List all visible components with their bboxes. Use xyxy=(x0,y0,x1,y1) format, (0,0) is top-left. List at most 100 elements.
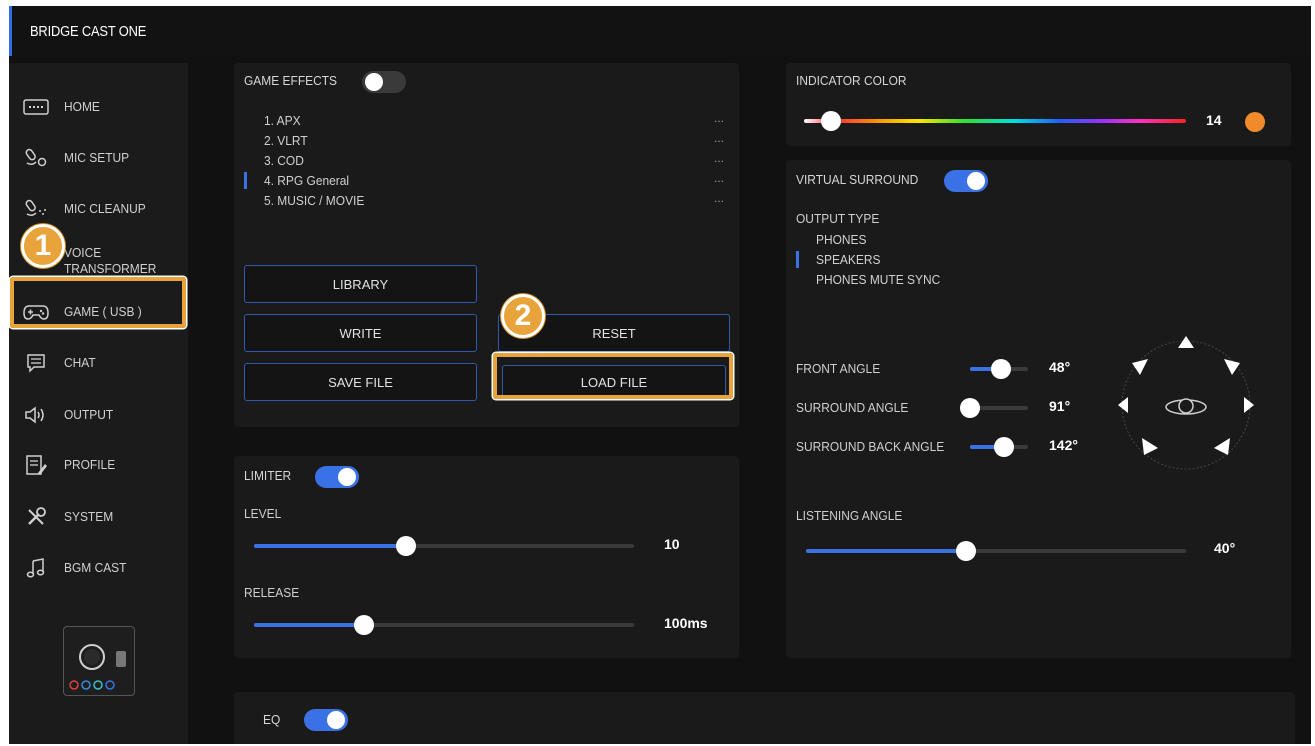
sidebar-item-label: OUTPUT xyxy=(64,407,114,422)
game-effects-toggle[interactable] xyxy=(362,71,406,93)
surround-speaker-diagram xyxy=(1118,336,1254,470)
surround-angle-slider[interactable] xyxy=(960,398,1028,418)
front-angle-label: FRONT ANGLE xyxy=(796,361,881,376)
surround-angle-thumb[interactable] xyxy=(960,398,980,418)
sidebar-item-label: CHAT xyxy=(64,355,96,370)
preset-more-1[interactable]: ... xyxy=(714,111,724,125)
sidebar-item-profile[interactable]: PROFILE xyxy=(9,445,188,485)
preset-more-4[interactable]: ... xyxy=(714,171,724,185)
indicator-color-thumb[interactable] xyxy=(820,111,841,131)
eq-title: EQ xyxy=(263,712,281,727)
home-icon xyxy=(23,96,49,118)
sidebar-item-bgm-cast[interactable]: BGM CAST xyxy=(9,548,188,588)
listening-angle-label: LISTENING ANGLE xyxy=(796,508,903,523)
app-title: BRIDGE CAST ONE xyxy=(30,23,147,40)
preset-item-5[interactable]: 5. MUSIC / MOVIE xyxy=(264,193,364,208)
sidebar-item-output[interactable]: OUTPUT xyxy=(9,395,188,435)
eq-toggle[interactable] xyxy=(304,709,348,731)
speaker-icon xyxy=(23,404,49,426)
surround-back-angle-slider[interactable] xyxy=(970,437,1028,457)
output-type-speakers[interactable]: SPEAKERS xyxy=(816,252,880,267)
sidebar-item-mic-cleanup[interactable]: MIC CLEANUP xyxy=(9,189,188,229)
save-file-button[interactable]: SAVE FILE xyxy=(244,363,477,401)
preset-item-2[interactable]: 2. VLRT xyxy=(264,133,308,148)
eq-panel: EQ xyxy=(234,692,1295,744)
front-angle-value: 48° xyxy=(1049,359,1071,375)
preset-more-2[interactable]: ... xyxy=(714,131,724,145)
callout-badge-2: 2 xyxy=(501,294,545,338)
surround-back-angle-value: 142° xyxy=(1049,437,1078,453)
level-slider-thumb[interactable] xyxy=(396,536,416,556)
sidebar-item-label: HOME xyxy=(64,99,100,114)
sidebar-item-label: BGM CAST xyxy=(64,560,127,575)
callout-highlight-load-file xyxy=(493,353,733,399)
wrench-icon xyxy=(23,506,49,528)
output-type-label: OUTPUT TYPE xyxy=(796,211,880,226)
sidebar-item-chat[interactable]: CHAT xyxy=(9,343,188,383)
limiter-panel: LIMITER LEVEL 10 RELEASE 100ms xyxy=(234,456,739,658)
surround-left-speaker-icon xyxy=(1118,397,1128,413)
listening-angle-slider[interactable] xyxy=(806,541,1186,561)
indicator-color-track[interactable] xyxy=(804,111,1186,131)
sidebar-item-mic-setup[interactable]: MIC SETUP xyxy=(9,138,188,178)
preset-item-4[interactable]: 4. RPG General xyxy=(264,173,349,188)
preset-more-5[interactable]: ... xyxy=(714,191,724,205)
listening-angle-thumb[interactable] xyxy=(955,541,976,561)
release-slider[interactable] xyxy=(254,615,634,635)
release-slider-thumb[interactable] xyxy=(354,615,375,635)
sidebar-item-label: MIC SETUP xyxy=(64,150,130,165)
sidebar-item-label: PROFILE xyxy=(64,457,116,472)
title-bar: BRIDGE CAST ONE xyxy=(9,6,1311,56)
callout-highlight-game xyxy=(10,277,186,328)
indicator-color-panel: INDICATOR COLOR 14 xyxy=(786,63,1291,146)
surround-back-angle-thumb[interactable] xyxy=(993,437,1014,457)
chat-icon xyxy=(23,352,49,374)
surround-back-angle-label: SURROUND BACK ANGLE xyxy=(796,439,945,454)
virtual-surround-toggle[interactable] xyxy=(944,170,988,192)
indicator-color-title: INDICATOR COLOR xyxy=(796,73,907,88)
release-value: 100ms xyxy=(664,615,708,631)
preset-item-1[interactable]: 1. APX xyxy=(264,113,301,128)
music-note-icon xyxy=(23,557,49,579)
virtual-surround-panel: VIRTUAL SURROUND OUTPUT TYPE PHONES SPEA… xyxy=(786,160,1291,658)
output-type-phones[interactable]: PHONES xyxy=(816,232,867,247)
limiter-title: LIMITER xyxy=(244,468,292,483)
limiter-toggle[interactable] xyxy=(315,466,359,488)
game-effects-title: GAME EFFECTS xyxy=(244,73,338,88)
level-label: LEVEL xyxy=(244,506,282,521)
release-label: RELEASE xyxy=(244,585,300,600)
app-window: BRIDGE CAST ONE HOME MIC SETUP MIC CLEAN… xyxy=(9,6,1311,744)
mic-setup-icon xyxy=(23,147,49,169)
indicator-color-value: 14 xyxy=(1206,112,1222,128)
output-type-phones-mute-sync[interactable]: PHONES MUTE SYNC xyxy=(816,272,940,287)
mic-cleanup-icon xyxy=(23,198,49,220)
selected-output-marker xyxy=(796,251,799,268)
surround-angle-value: 91° xyxy=(1049,398,1071,414)
library-button[interactable]: LIBRARY xyxy=(244,265,477,303)
front-angle-slider[interactable] xyxy=(970,359,1028,379)
sidebar-item-label: SYSTEM xyxy=(64,509,114,524)
sidebar-item-home[interactable]: HOME xyxy=(9,87,188,127)
selected-preset-marker xyxy=(244,172,247,189)
sidebar-item-label: VOICE TRANSFORMER xyxy=(64,245,157,276)
callout-badge-1: 1 xyxy=(21,224,65,268)
sidebar: HOME MIC SETUP MIC CLEANUP VOICE TRANSFO… xyxy=(9,63,188,744)
level-value: 10 xyxy=(664,536,680,552)
profile-icon xyxy=(23,454,49,476)
surround-back-left-speaker-icon xyxy=(1142,438,1158,455)
surround-right-speaker-icon xyxy=(1244,397,1254,413)
device-thumbnail xyxy=(63,626,135,696)
preset-item-3[interactable]: 3. COD xyxy=(264,153,304,168)
sidebar-item-label: MIC CLEANUP xyxy=(64,201,146,216)
virtual-surround-title: VIRTUAL SURROUND xyxy=(796,172,919,187)
surround-angle-label: SURROUND ANGLE xyxy=(796,400,909,415)
front-angle-thumb[interactable] xyxy=(990,359,1011,379)
preset-more-3[interactable]: ... xyxy=(714,151,724,165)
front-center-speaker-icon xyxy=(1178,336,1194,348)
sidebar-item-system[interactable]: SYSTEM xyxy=(9,497,188,537)
surround-back-right-speaker-icon xyxy=(1214,438,1230,455)
write-button[interactable]: WRITE xyxy=(244,314,477,352)
listening-angle-value: 40° xyxy=(1214,540,1236,556)
indicator-color-swatch xyxy=(1245,112,1265,132)
level-slider[interactable] xyxy=(254,536,634,556)
